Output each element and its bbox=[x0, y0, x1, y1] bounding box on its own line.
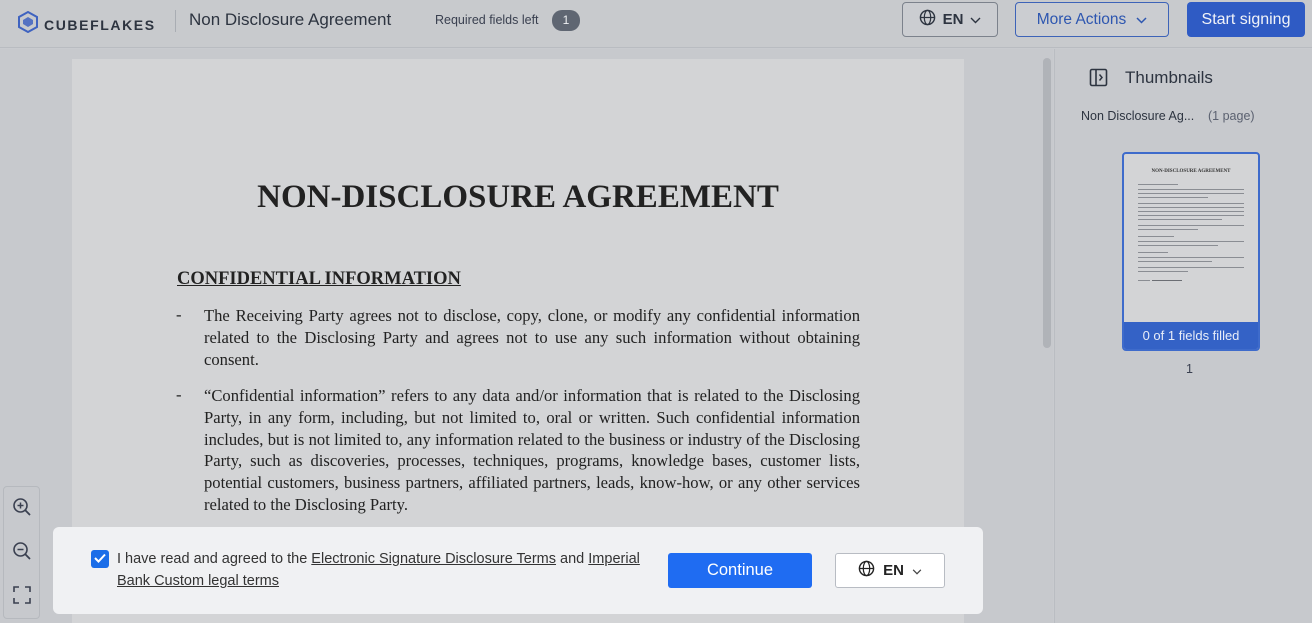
required-fields-label: Required fields left bbox=[435, 13, 539, 27]
header-language-value: EN bbox=[942, 11, 964, 28]
thumbnails-panel: Thumbnails Non Disclosure Ag... (1 page)… bbox=[1054, 49, 1312, 623]
more-actions-label: More Actions bbox=[1036, 10, 1127, 28]
thumbnail-text-line bbox=[1138, 207, 1244, 209]
thumbnail-text-line bbox=[1138, 189, 1244, 191]
zoom-out-button[interactable] bbox=[11, 541, 33, 566]
fit-screen-button[interactable] bbox=[11, 585, 33, 610]
agree-checkbox[interactable] bbox=[91, 550, 109, 568]
thumbnail-text-line bbox=[1138, 225, 1244, 227]
check-icon bbox=[94, 550, 106, 568]
disclosure-terms-link[interactable]: Electronic Signature Disclosure Terms bbox=[311, 551, 556, 567]
thumbnail-text-line bbox=[1138, 241, 1244, 243]
paragraph-2: “Confidential information” refers to any… bbox=[204, 386, 860, 514]
thumbnail-text-line bbox=[1138, 219, 1222, 221]
panel-toggle-icon[interactable] bbox=[1089, 68, 1108, 92]
required-fields-badge[interactable]: 1 bbox=[552, 10, 580, 31]
consent-prefix: I have read and agreed to the bbox=[117, 551, 308, 567]
section-heading: CONFIDENTIAL INFORMATION bbox=[177, 269, 461, 289]
brand-name: CUBEFLAKES bbox=[44, 16, 156, 33]
zoom-in-icon bbox=[12, 497, 32, 522]
cube-logo-icon bbox=[18, 10, 38, 38]
consent-text: I have read and agreed to the Electronic… bbox=[117, 548, 672, 592]
header-divider bbox=[175, 10, 176, 32]
zoom-in-button[interactable] bbox=[11, 497, 33, 522]
thumbnail-text-line bbox=[1138, 271, 1188, 273]
thumbnail-text-line bbox=[1138, 203, 1244, 205]
globe-icon bbox=[858, 560, 875, 581]
continue-button[interactable]: Continue bbox=[668, 553, 812, 588]
thumbnail-text-line bbox=[1138, 245, 1218, 247]
start-signing-button[interactable]: Start signing bbox=[1187, 2, 1305, 37]
brand-logo[interactable]: CUBEFLAKES bbox=[18, 10, 156, 38]
fit-screen-icon bbox=[12, 585, 32, 610]
zoom-toolbar bbox=[3, 486, 40, 619]
thumbnail-text-line bbox=[1138, 261, 1212, 263]
chevron-down-icon bbox=[1136, 11, 1147, 29]
chevron-down-icon bbox=[912, 562, 922, 579]
consent-language-select[interactable]: EN bbox=[835, 553, 945, 588]
globe-icon bbox=[919, 9, 936, 30]
thumbnail-text-line bbox=[1138, 280, 1150, 282]
thumbnail-fields-status: 0 of 1 fields filled bbox=[1124, 322, 1258, 349]
thumbnail-text-line bbox=[1138, 267, 1244, 269]
thumbnail-text-line bbox=[1138, 229, 1198, 231]
thumbnail-text-line bbox=[1138, 236, 1174, 238]
thumbnail-text-line bbox=[1138, 193, 1244, 195]
bullet-marker: - bbox=[176, 305, 182, 324]
page-thumbnail[interactable]: NON-DISCLOSURE AGREEMENT 0 of 1 fields f… bbox=[1122, 152, 1260, 351]
consent-conjunction: and bbox=[560, 551, 585, 567]
thumbnail-page-count: (1 page) bbox=[1208, 109, 1255, 123]
thumbnail-text-line bbox=[1138, 184, 1178, 186]
consent-bar: I have read and agreed to the Electronic… bbox=[53, 527, 983, 614]
agreement-title: NON-DISCLOSURE AGREEMENT bbox=[257, 179, 779, 215]
more-actions-button[interactable]: More Actions bbox=[1015, 2, 1169, 37]
thumbnails-title: Thumbnails bbox=[1125, 68, 1213, 87]
zoom-out-icon bbox=[12, 541, 32, 566]
thumbnail-text-line bbox=[1138, 197, 1208, 199]
viewer-scrollbar[interactable] bbox=[1043, 58, 1051, 348]
chevron-down-icon bbox=[970, 11, 981, 28]
bullet-marker: - bbox=[176, 385, 182, 404]
thumbnail-signature-line bbox=[1152, 280, 1182, 282]
thumbnail-text-line bbox=[1138, 257, 1244, 259]
thumbnail-text-line bbox=[1138, 215, 1244, 217]
thumbnail-text-line bbox=[1138, 211, 1244, 213]
thumbnail-page-number: 1 bbox=[1186, 362, 1193, 376]
app-header: CUBEFLAKES Non Disclosure Agreement Requ… bbox=[0, 0, 1312, 48]
thumbnail-doc-name: Non Disclosure Ag... bbox=[1081, 109, 1195, 123]
paragraph-1: The Receiving Party agrees not to disclo… bbox=[204, 306, 860, 369]
thumbnail-mini-title: NON-DISCLOSURE AGREEMENT bbox=[1151, 169, 1231, 174]
thumbnail-text-line bbox=[1138, 252, 1168, 254]
header-language-select[interactable]: EN bbox=[902, 2, 998, 37]
consent-language-value: EN bbox=[883, 562, 904, 579]
document-title: Non Disclosure Agreement bbox=[189, 10, 392, 29]
